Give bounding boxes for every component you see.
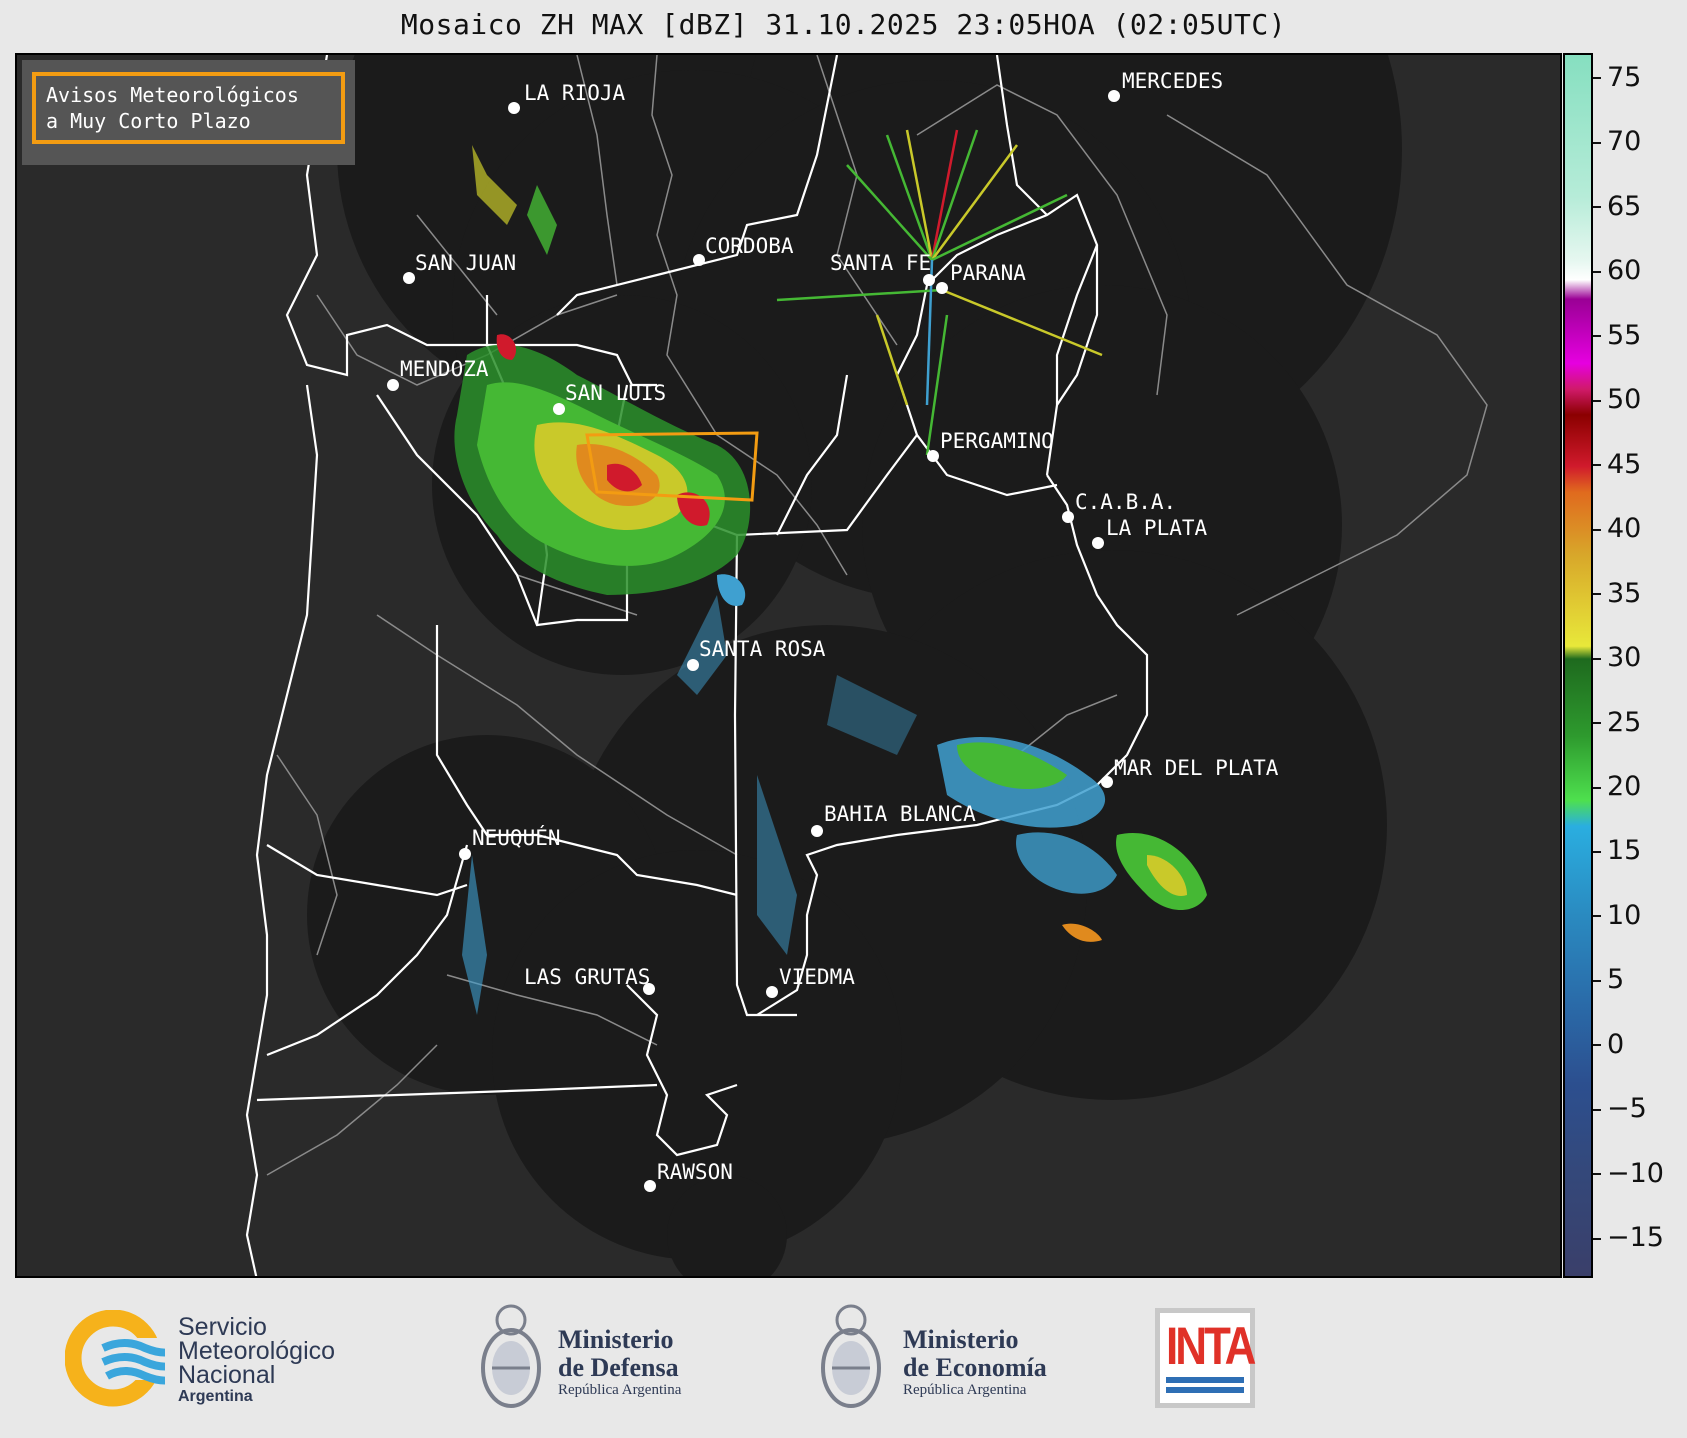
- national-seal-icon: [821, 1304, 881, 1408]
- colorbar-tick: 75: [1592, 62, 1641, 93]
- inta-text: INTA: [1166, 1317, 1256, 1376]
- defensa-logo: Ministerio de Defensa República Argentin…: [478, 1298, 718, 1418]
- colorbar-tick: 55: [1592, 320, 1641, 351]
- colorbar-tick: 30: [1592, 642, 1641, 673]
- economia-line1: Ministerio: [903, 1325, 1019, 1354]
- svg-text:RAWSON: RAWSON: [657, 1160, 733, 1184]
- colorbar-tick: 15: [1592, 835, 1641, 866]
- colorbar-tick: 60: [1592, 255, 1641, 286]
- colorbar-tick: 50: [1592, 384, 1641, 415]
- svg-text:MERCEDES: MERCEDES: [1122, 69, 1223, 93]
- alert-legend-box: Avisos Meteorológicos a Muy Corto Plazo: [22, 60, 355, 165]
- colorbar: [1563, 53, 1593, 1278]
- smn-line4: Argentina: [178, 1388, 253, 1405]
- economia-logo: Ministerio de Economía República Argenti…: [818, 1298, 1078, 1418]
- defensa-line3: República Argentina: [558, 1382, 682, 1398]
- colorbar-tick: 45: [1592, 449, 1641, 480]
- svg-text:LAS GRUTAS: LAS GRUTAS: [524, 965, 650, 989]
- radar-coverage: [307, 55, 1402, 1276]
- economia-line2: de Economía: [903, 1353, 1047, 1382]
- national-seal-icon: [481, 1304, 541, 1408]
- inta-logo: INTA: [1155, 1308, 1256, 1408]
- map-canvas: LA RIOJA MERCEDES CORDOBA SAN JUAN SANTA…: [245, 55, 1488, 1276]
- map-title: Mosaico ZH MAX [dBZ] 31.10.2025 23:05HOA…: [400, 8, 1287, 41]
- smn-logo: Servicio Meteorológico Nacional Argentin…: [65, 1310, 385, 1410]
- svg-text:MENDOZA: MENDOZA: [400, 357, 489, 381]
- svg-text:PERGAMINO: PERGAMINO: [940, 429, 1054, 453]
- colorbar-tick: 5: [1592, 964, 1624, 995]
- defensa-line2: de Defensa: [558, 1353, 679, 1382]
- smn-line3: Nacional: [178, 1361, 276, 1389]
- svg-text:SAN LUIS: SAN LUIS: [565, 381, 666, 405]
- colorbar-tick: 0: [1592, 1029, 1624, 1060]
- colorbar-tick: 20: [1592, 771, 1641, 802]
- colorbar-tick: 70: [1592, 126, 1641, 157]
- svg-text:LA PLATA: LA PLATA: [1106, 516, 1208, 540]
- colorbar-tick: −15: [1593, 1222, 1664, 1253]
- colorbar-tick: −5: [1593, 1093, 1647, 1124]
- svg-text:SANTA FE: SANTA FE: [830, 251, 931, 275]
- smn-emblem-icon: [65, 1310, 165, 1407]
- defensa-line1: Ministerio: [558, 1325, 674, 1354]
- colorbar-tick: 25: [1592, 707, 1641, 738]
- svg-text:NEUQUÉN: NEUQUÉN: [472, 825, 561, 850]
- svg-text:MAR DEL PLATA: MAR DEL PLATA: [1114, 756, 1279, 780]
- svg-text:CORDOBA: CORDOBA: [705, 234, 794, 258]
- svg-text:C.A.B.A.: C.A.B.A.: [1075, 490, 1176, 514]
- colorbar-tick: 40: [1592, 513, 1641, 544]
- colorbar-tick: 65: [1592, 191, 1641, 222]
- alert-legend-text: Avisos Meteorológicos a Muy Corto Plazo: [32, 72, 345, 144]
- svg-text:SAN JUAN: SAN JUAN: [415, 251, 516, 275]
- smn-line2: Meteorológico: [178, 1337, 336, 1365]
- svg-text:VIEDMA: VIEDMA: [779, 965, 855, 989]
- svg-text:BAHIA BLANCA: BAHIA BLANCA: [824, 802, 976, 826]
- colorbar-tick: −10: [1593, 1158, 1664, 1189]
- svg-text:SANTA ROSA: SANTA ROSA: [699, 637, 826, 661]
- radar-map[interactable]: LA RIOJA MERCEDES CORDOBA SAN JUAN SANTA…: [15, 53, 1562, 1278]
- svg-text:LA RIOJA: LA RIOJA: [524, 81, 626, 105]
- colorbar-gradient: [1565, 55, 1591, 1276]
- colorbar-tick: 35: [1592, 578, 1641, 609]
- economia-line3: República Argentina: [903, 1382, 1027, 1398]
- colorbar-tick: 10: [1592, 900, 1641, 931]
- colorbar-ticks: 75 70 65 60 55 50 45 40 35 30 25 20 15 10 5 0 −5 −10 −15: [1592, 53, 1687, 1278]
- svg-text:PARANA: PARANA: [950, 261, 1026, 285]
- footer-logos: Servicio Meteorológico Nacional Argentin…: [0, 1280, 1687, 1438]
- smn-line1: Servicio: [178, 1313, 267, 1341]
